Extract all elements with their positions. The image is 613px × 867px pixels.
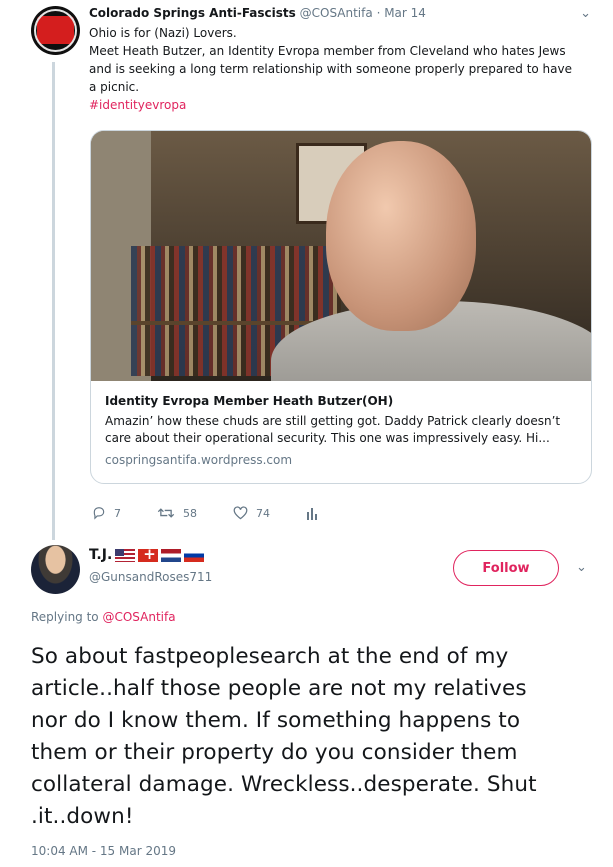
chevron-down-icon[interactable]: ⌄ — [576, 560, 587, 575]
reply-author-name-row: T.J. — [89, 545, 207, 563]
swiss-flag-icon — [138, 545, 159, 563]
retweet-icon — [157, 508, 175, 518]
link-card[interactable]: Identity Evropa Member Heath Butzer(OH) … — [90, 130, 592, 484]
quoted-author-avatar[interactable] — [31, 6, 80, 55]
link-card-image — [91, 131, 591, 381]
avatar-ring — [34, 9, 77, 52]
reply-action[interactable]: 7 — [92, 506, 121, 520]
reply-tweet-text: So about fastpeoplesearch at the end of … — [31, 641, 601, 833]
quoted-author-name[interactable]: Colorado Springs Anti-Fascists — [89, 6, 296, 20]
us-flag-icon — [115, 548, 136, 562]
reply-tweet-line: collateral damage. Wreckless..desperate.… — [31, 772, 537, 797]
netherlands-flag-icon — [161, 548, 182, 562]
reply-tweet-line: nor do I know them. If something happens… — [31, 708, 521, 733]
flag-emojis — [115, 545, 207, 563]
quoted-author-handle[interactable]: @COSAntifa — [300, 6, 373, 20]
replying-to: Replying to @COSAntifa — [31, 610, 176, 624]
thread-connector-line — [52, 62, 55, 540]
russia-flag-icon — [184, 548, 205, 562]
reply-tweet-line: article..half those people are not my re… — [31, 676, 527, 701]
chevron-down-icon[interactable]: ⌄ — [580, 6, 591, 21]
replying-to-link[interactable]: @COSAntifa — [102, 610, 175, 624]
retweet-count: 58 — [183, 506, 197, 520]
quoted-tweet-line: and is seeking a long term relationship … — [89, 62, 572, 76]
tweet-actions: 7 58 74 — [92, 506, 362, 520]
photo-person-head — [326, 141, 476, 331]
retweet-action[interactable]: 58 — [157, 506, 197, 520]
link-card-description: Amazin’ how these chuds are still gettin… — [105, 413, 577, 447]
reply-author-avatar[interactable] — [31, 545, 80, 594]
link-card-title: Identity Evropa Member Heath Butzer(OH) — [105, 394, 394, 408]
quoted-tweet-line: a picnic. — [89, 80, 140, 94]
tweet-timestamp[interactable]: 10:04 AM - 15 Mar 2019 — [31, 844, 176, 858]
reply-icon — [93, 507, 105, 520]
quoted-tweet: Colorado Springs Anti-Fascists @COSAntif… — [89, 4, 594, 114]
replying-to-prefix: Replying to — [31, 610, 99, 624]
heart-icon — [233, 506, 248, 520]
bar-chart-icon — [307, 508, 317, 520]
like-action[interactable]: 74 — [233, 506, 270, 520]
like-count: 74 — [256, 506, 270, 520]
quoted-tweet-header: Colorado Springs Anti-Fascists @COSAntif… — [89, 6, 426, 20]
follow-button[interactable]: Follow — [453, 550, 559, 586]
reply-count: 7 — [114, 506, 121, 520]
reply-tweet-line: .it..down! — [31, 804, 134, 829]
reply-author-name[interactable]: T.J. — [89, 547, 112, 563]
analytics-action[interactable] — [306, 506, 326, 520]
quoted-tweet-line: Ohio is for (Nazi) Lovers. — [89, 26, 237, 40]
link-card-url: cospringsantifa.wordpress.com — [105, 453, 293, 467]
quoted-tweet-text: Ohio is for (Nazi) Lovers. Meet Heath Bu… — [89, 24, 594, 114]
quoted-tweet-line: Meet Heath Butzer, an Identity Evropa me… — [89, 44, 566, 58]
link-card-description-line: care about their operational security. T… — [105, 431, 550, 445]
link-card-description-line: Amazin’ how these chuds are still gettin… — [105, 414, 561, 428]
link-card-body: Identity Evropa Member Heath Butzer(OH) … — [91, 381, 591, 467]
reply-author-handle[interactable]: @GunsandRoses711 — [89, 570, 212, 584]
reply-tweet-line: So about fastpeoplesearch at the end of … — [31, 644, 509, 669]
quoted-tweet-date[interactable]: Mar 14 — [384, 6, 426, 20]
hashtag-link[interactable]: #identityevropa — [89, 96, 594, 114]
reply-tweet-line: them or their property do you consider t… — [31, 740, 518, 765]
